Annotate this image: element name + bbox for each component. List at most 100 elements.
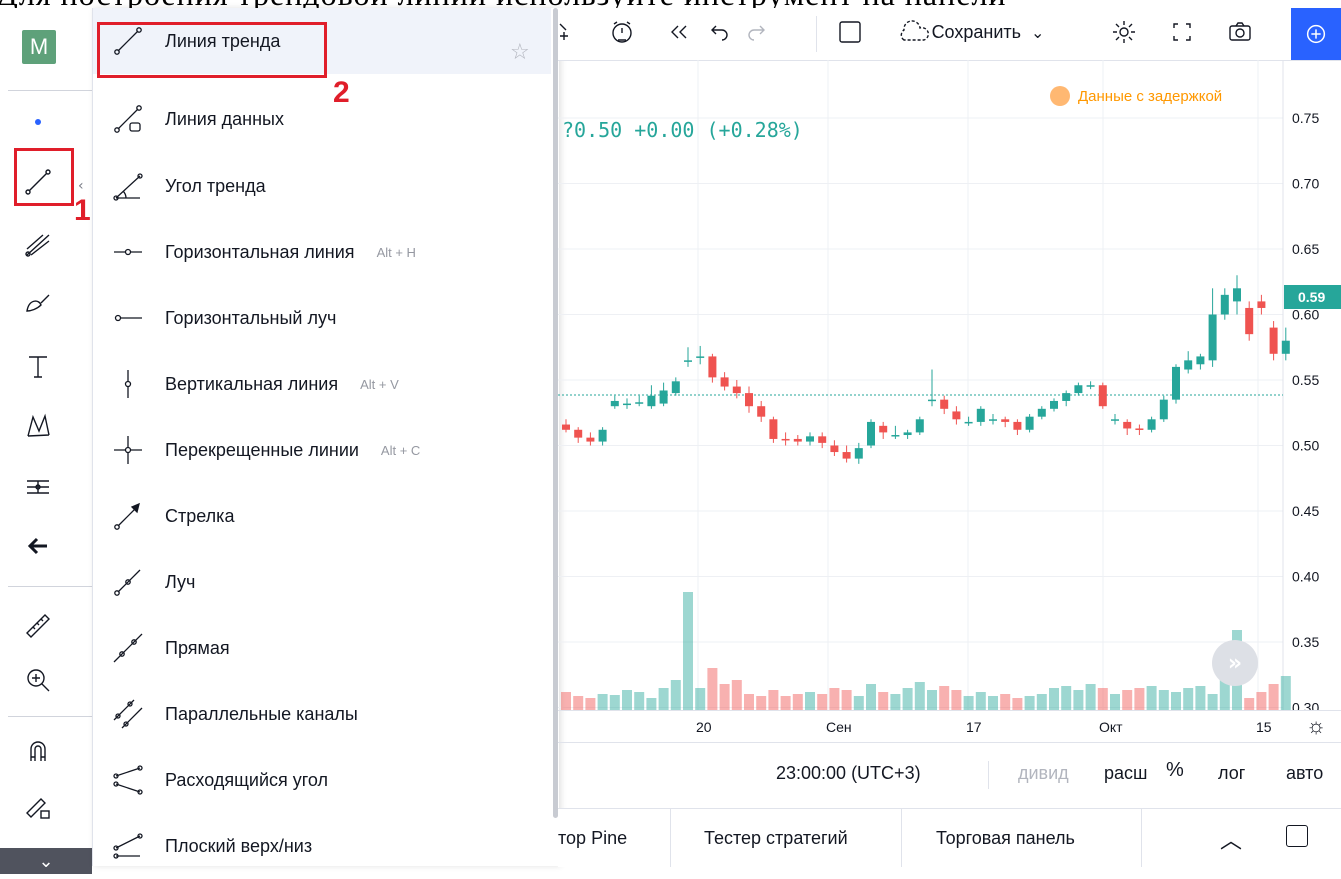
menu-item-flat-top-bottom[interactable]: Плоский верх/низ xyxy=(93,813,551,879)
avatar[interactable]: M xyxy=(22,30,56,64)
price-chart[interactable]: 0.75 0.70 0.65 0.60 0.55 0.50 0.45 0.40 0.35 0.30… xyxy=(558,60,1341,710)
clock-dot-icon xyxy=(1050,86,1070,106)
candle-body xyxy=(708,356,717,378)
price-tick: 0.55 xyxy=(1292,372,1319,388)
volume-bar xyxy=(1280,676,1291,710)
volume-bar xyxy=(1085,684,1096,710)
info-line-icon xyxy=(107,98,149,140)
candle-body xyxy=(940,399,949,409)
candle-body xyxy=(891,435,900,437)
price-tick: 0.40 xyxy=(1292,569,1319,585)
candle-body xyxy=(1184,360,1193,370)
volume-bar xyxy=(902,688,913,710)
undo-icon[interactable] xyxy=(700,14,736,50)
auto-scale-toggle[interactable]: авто xyxy=(1286,763,1323,784)
ruler-icon[interactable] xyxy=(20,608,56,644)
volume-bar xyxy=(1000,694,1011,710)
volume-bar xyxy=(1195,686,1206,710)
candle-body xyxy=(1025,416,1034,430)
tab-pine-editor[interactable]: тор Pine xyxy=(558,809,671,867)
candle-body xyxy=(769,419,778,439)
chevron-left-icon[interactable]: ‹ xyxy=(78,178,84,194)
ray-icon xyxy=(107,561,149,603)
percent-scale-toggle[interactable]: % xyxy=(1166,759,1184,782)
menu-item-info-line[interactable]: Линия данных xyxy=(93,86,551,152)
price-change-readout: ?0.50 +0.00 (+0.28%) xyxy=(562,118,803,142)
collapse-toolbar-button[interactable]: ⌄ xyxy=(0,848,92,874)
volume-bar xyxy=(1268,684,1279,710)
cross-line-icon xyxy=(107,429,149,471)
candle-body xyxy=(696,356,705,358)
back-arrow-icon[interactable] xyxy=(20,528,56,564)
candle-body xyxy=(574,429,583,438)
gear-icon[interactable] xyxy=(1106,14,1142,50)
time-axis[interactable]: 20 Сен 17 Окт 15 ☼ xyxy=(558,710,1341,741)
indicator-icon[interactable] xyxy=(558,14,578,50)
pattern-icon[interactable] xyxy=(20,408,56,444)
vertical-line-icon xyxy=(107,363,149,405)
zoom-in-icon[interactable] xyxy=(20,662,56,698)
toolbar-divider xyxy=(8,90,92,91)
volume-bar xyxy=(1036,694,1047,710)
candle-body xyxy=(647,395,656,407)
magnet-icon[interactable] xyxy=(20,734,56,770)
line-tools-menu: Линия тренда Линия данных Угол тренда Го… xyxy=(92,8,559,866)
favorite-star-icon[interactable]: ☆ xyxy=(510,40,530,65)
menu-item-ray[interactable]: Луч xyxy=(93,549,551,615)
redo-icon[interactable] xyxy=(740,14,776,50)
chevron-down-icon: ⌄ xyxy=(1031,22,1045,42)
menu-item-vertical-line[interactable]: Вертикальная линия Alt + V xyxy=(93,351,551,417)
toolbar-divider xyxy=(8,586,92,587)
volume-bar xyxy=(853,696,864,710)
chevron-up-icon[interactable]: ︿ xyxy=(1220,823,1242,855)
volume-bar xyxy=(1158,690,1169,710)
prediction-icon[interactable] xyxy=(20,468,56,504)
menu-item-cross-line[interactable]: Перекрещенные линии Alt + C xyxy=(93,417,551,483)
candle-body xyxy=(879,425,888,433)
save-button[interactable]: Сохранить ⌄ xyxy=(890,14,1050,50)
price-tick: 0.35 xyxy=(1292,634,1319,650)
volume-bar xyxy=(1073,690,1084,710)
layout-icon[interactable] xyxy=(832,14,868,50)
clock-readout[interactable]: 23:00:00 (UTC+3) xyxy=(776,763,921,784)
delayed-data-badge[interactable]: Данные с задержкой xyxy=(1050,86,1222,106)
scroll-to-realtime-button[interactable]: » xyxy=(1212,640,1258,686)
add-button[interactable] xyxy=(1291,8,1341,60)
dividends-toggle[interactable]: дивид xyxy=(1018,763,1069,784)
volume-bar xyxy=(988,696,998,710)
alert-clock-icon[interactable] xyxy=(604,14,640,50)
lock-draw-icon[interactable] xyxy=(20,788,56,824)
text-icon[interactable] xyxy=(20,348,56,384)
last-price-label: 0.59 xyxy=(1298,289,1325,305)
candle-body xyxy=(1074,385,1083,394)
menu-item-parallel-channel[interactable]: Параллельные каналы xyxy=(93,681,551,747)
volume-bar xyxy=(573,696,584,710)
volume-bar xyxy=(927,690,937,710)
menu-item-horizontal-line[interactable]: Горизонтальная линия Alt + H xyxy=(93,219,551,285)
log-scale-toggle[interactable]: лог xyxy=(1218,763,1245,784)
candle-body xyxy=(793,438,802,442)
dot-icon[interactable] xyxy=(20,104,56,140)
replay-icon[interactable] xyxy=(660,14,696,50)
volume-bar xyxy=(841,690,852,710)
maximize-panel-icon[interactable] xyxy=(1286,825,1308,847)
tab-strategy-tester[interactable]: Тестер стратегий xyxy=(670,809,902,867)
pitchfork-icon[interactable] xyxy=(20,226,56,262)
brush-icon[interactable] xyxy=(20,286,56,322)
menu-item-extended-line[interactable]: Прямая xyxy=(93,615,551,681)
annotation-number-1: 1 xyxy=(74,194,91,227)
time-tick: 17 xyxy=(966,719,982,735)
menu-item-horizontal-ray[interactable]: Горизонтальный луч xyxy=(93,285,551,351)
candle-body xyxy=(671,381,680,394)
menu-item-arrow[interactable]: Стрелка xyxy=(93,483,551,549)
candle-body xyxy=(781,438,790,441)
chart-canvas[interactable]: 0.750.700.650.600.550.500.450.400.350.30… xyxy=(558,60,1341,710)
extended-hours-toggle[interactable]: расш xyxy=(1104,763,1147,784)
settings-sun-icon[interactable]: ☼ xyxy=(1306,713,1326,739)
volume-bar xyxy=(829,688,840,710)
tab-trading-panel[interactable]: Торговая панель xyxy=(902,809,1142,867)
menu-item-disjoint-angle[interactable]: Расходящийся угол xyxy=(93,747,551,813)
fullscreen-icon[interactable] xyxy=(1164,14,1200,50)
camera-icon[interactable] xyxy=(1222,14,1258,50)
menu-item-trend-angle[interactable]: Угол тренда xyxy=(93,153,551,219)
